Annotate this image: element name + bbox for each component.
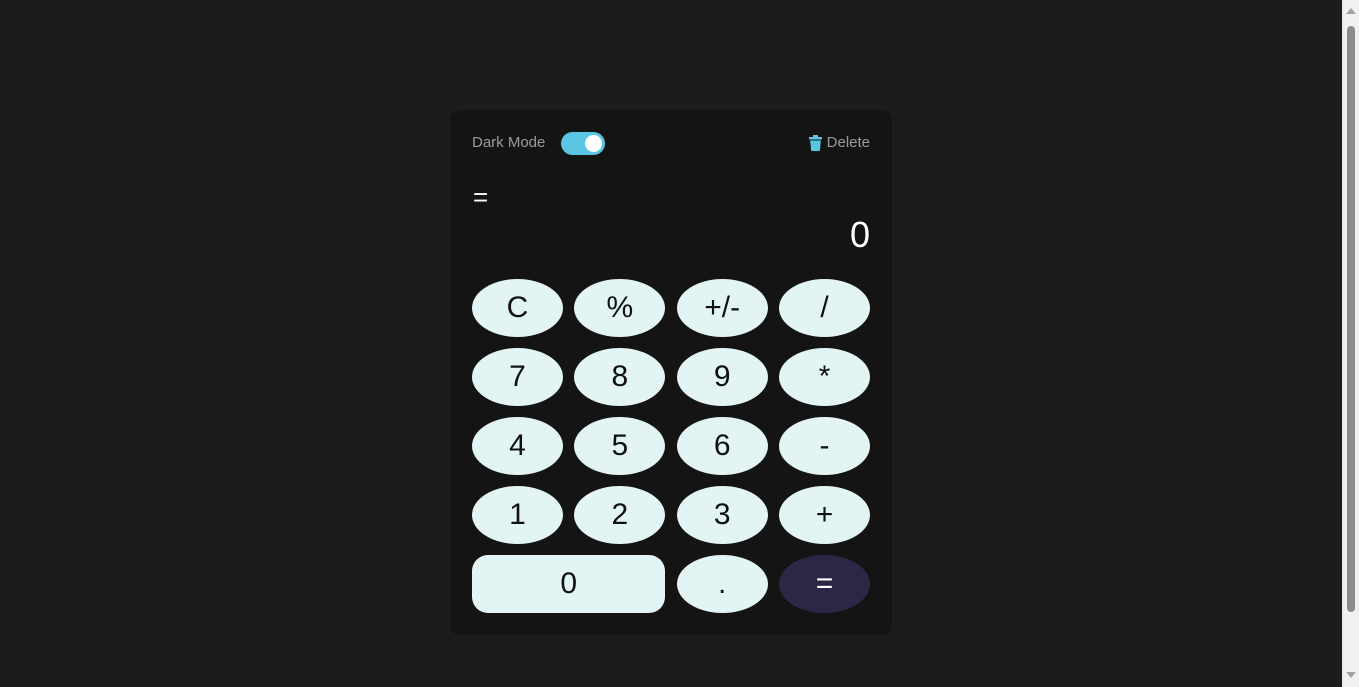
digit-2-button[interactable]: 2 <box>574 486 666 544</box>
trash-icon <box>808 134 822 151</box>
digit-7-button[interactable]: 7 <box>472 348 563 406</box>
keypad: C % +/- / 7 8 9 * 4 5 6 - 1 2 3 + 0 . = <box>472 279 870 613</box>
clear-button[interactable]: C <box>472 279 563 337</box>
expression-display: = <box>473 182 489 212</box>
toggle-knob <box>585 135 602 152</box>
decimal-button[interactable]: . <box>676 555 768 613</box>
scroll-up-arrow-icon[interactable] <box>1346 8 1356 14</box>
digit-5-button[interactable]: 5 <box>574 417 666 475</box>
divide-button[interactable]: / <box>778 279 870 337</box>
add-button[interactable]: + <box>778 486 870 544</box>
digit-6-button[interactable]: 6 <box>676 417 768 475</box>
equals-button[interactable]: = <box>778 555 870 613</box>
digit-8-button[interactable]: 8 <box>574 348 666 406</box>
scroll-down-arrow-icon[interactable] <box>1346 672 1356 678</box>
delete-label: Delete <box>826 134 870 151</box>
delete-button[interactable]: Delete <box>808 134 870 151</box>
result-display: 0 <box>849 214 870 255</box>
multiply-button[interactable]: * <box>778 348 870 406</box>
vertical-scrollbar[interactable] <box>1342 0 1359 687</box>
calculator: Dark Mode Delete = 0 C % +/- / 7 8 9 * 4… <box>450 110 892 635</box>
digit-3-button[interactable]: 3 <box>676 486 768 544</box>
calculator-topbar: Dark Mode Delete <box>472 132 870 155</box>
subtract-button[interactable]: - <box>778 417 870 475</box>
digit-9-button[interactable]: 9 <box>676 348 768 406</box>
page-viewport: Dark Mode Delete = 0 C % +/- / 7 8 9 * 4… <box>0 0 1342 687</box>
scrollbar-thumb[interactable] <box>1347 26 1355 612</box>
negate-button[interactable]: +/- <box>676 279 768 337</box>
dark-mode-toggle[interactable] <box>561 132 605 155</box>
dark-mode-label: Dark Mode <box>472 134 546 151</box>
digit-0-button[interactable]: 0 <box>472 555 666 613</box>
percent-button[interactable]: % <box>574 279 666 337</box>
digit-4-button[interactable]: 4 <box>472 417 563 475</box>
digit-1-button[interactable]: 1 <box>472 486 563 544</box>
